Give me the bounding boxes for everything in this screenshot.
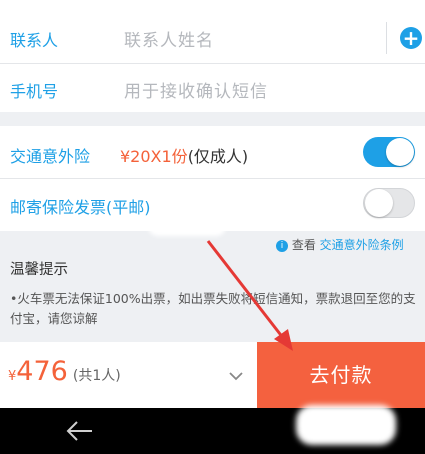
annotation-arrow xyxy=(206,240,293,351)
